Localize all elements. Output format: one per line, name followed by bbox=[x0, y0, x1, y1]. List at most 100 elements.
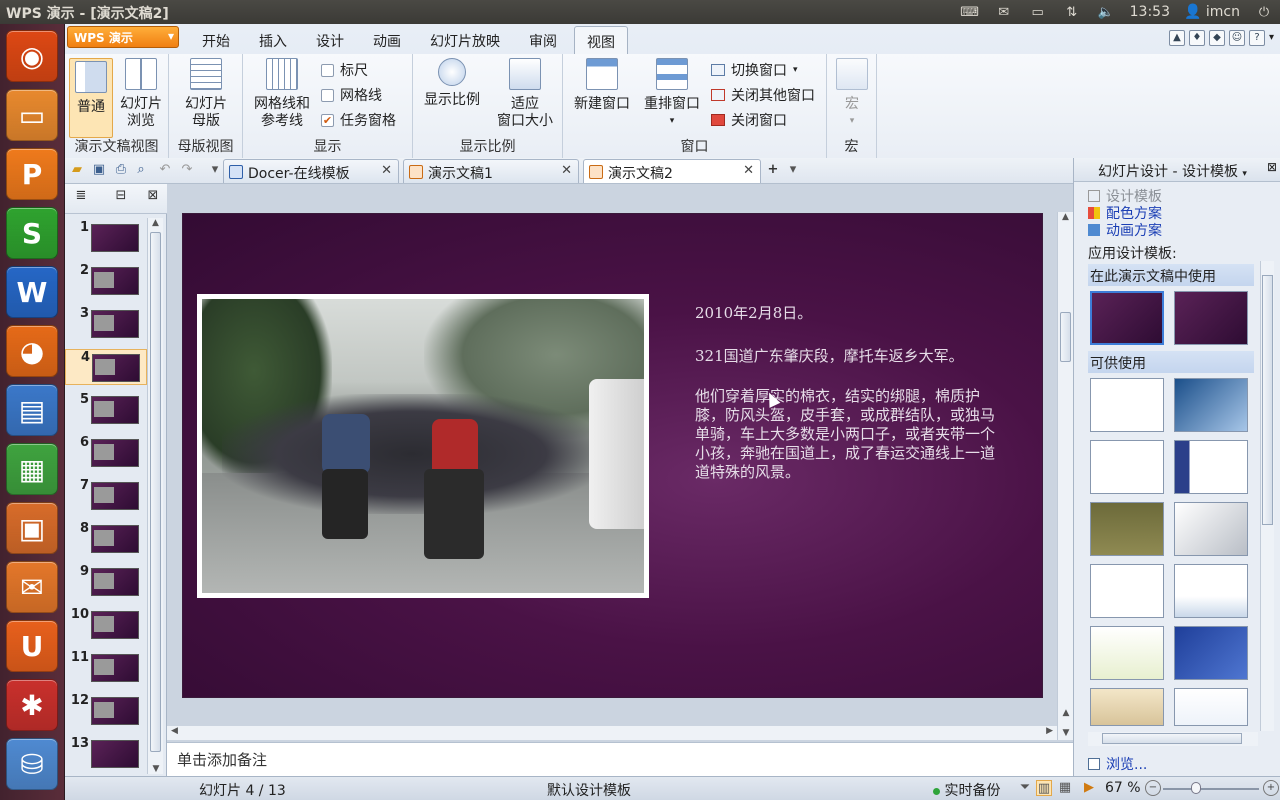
zoom-button[interactable]: 显示比例 bbox=[419, 58, 485, 109]
battery-icon[interactable]: ▭ bbox=[1028, 5, 1048, 20]
template-used[interactable] bbox=[1090, 291, 1164, 345]
disk-icon[interactable]: ⛁ bbox=[6, 738, 58, 790]
ubuntu-home-icon[interactable]: ◉ bbox=[6, 30, 58, 82]
network-icon[interactable]: ⇅ bbox=[1062, 5, 1082, 20]
scroll-right-arrow[interactable]: ▶ bbox=[1046, 726, 1053, 736]
zoom-out-icon[interactable]: − bbox=[1145, 780, 1161, 796]
design-template[interactable] bbox=[1174, 688, 1248, 726]
slide-thumbnail[interactable]: 4 bbox=[65, 349, 147, 385]
ubuntu-one-icon[interactable]: U bbox=[6, 620, 58, 672]
design-template[interactable] bbox=[1090, 564, 1164, 618]
volume-icon[interactable]: 🔈 bbox=[1096, 5, 1116, 20]
slide-body-text[interactable]: 他们穿着厚实的棉衣，结实的绑腿，棉质护膝，防风头盔，皮手套，或成群结队，或独马单… bbox=[695, 387, 995, 482]
tab-1[interactable]: 插入 bbox=[247, 26, 299, 54]
mail-icon[interactable]: ✉ bbox=[994, 5, 1014, 20]
slide-thumbnail[interactable]: 6 bbox=[65, 435, 147, 471]
normal-view-button[interactable]: 普通 bbox=[69, 58, 113, 138]
close-pane-icon[interactable]: ⊠ bbox=[145, 188, 161, 204]
user-menu[interactable]: 👤 imcn bbox=[1184, 4, 1240, 20]
slide-photo[interactable] bbox=[197, 294, 649, 598]
design-template[interactable] bbox=[1174, 440, 1248, 494]
scroll-thumb[interactable] bbox=[1262, 275, 1273, 525]
slide-thumbnail[interactable]: 7 bbox=[65, 478, 147, 514]
slideshow-icon[interactable]: ▶ bbox=[1081, 780, 1097, 796]
chevron-down-icon[interactable]: ▾ bbox=[1242, 169, 1247, 179]
software-center-icon[interactable]: ✉ bbox=[6, 561, 58, 613]
tab-2[interactable]: 设计 bbox=[304, 26, 356, 54]
scroll-down-arrow[interactable]: ▼ bbox=[148, 764, 164, 774]
tab-5[interactable]: 审阅 bbox=[517, 26, 569, 54]
gridlines-checkbox[interactable]: 网格线 bbox=[321, 85, 382, 105]
slide-heading-text[interactable]: 321国道广东肇庆段，摩托车返乡大军。 bbox=[695, 347, 964, 366]
normal-view-icon[interactable]: ▥ bbox=[1036, 780, 1052, 796]
design-template[interactable] bbox=[1174, 502, 1248, 556]
files-icon[interactable]: ▭ bbox=[6, 89, 58, 141]
switch-window-button[interactable]: 切换窗口 ▾ bbox=[711, 60, 798, 80]
wps-spreadsheet-icon[interactable]: S bbox=[6, 207, 58, 259]
slide-thumbnail[interactable]: 9 bbox=[65, 564, 147, 600]
scroll-up-arrow[interactable]: ▲ bbox=[1058, 212, 1073, 222]
tab-3[interactable]: 动画 bbox=[361, 26, 413, 54]
design-template[interactable] bbox=[1090, 688, 1164, 726]
task-pane-title[interactable]: 幻灯片设计 - 设计模板 bbox=[1098, 164, 1238, 180]
close-other-windows-button[interactable]: 关闭其他窗口 bbox=[711, 85, 815, 105]
document-tab[interactable]: Docer-在线模板 ✕ bbox=[223, 159, 399, 183]
slide-thumbnail[interactable]: 10 bbox=[65, 607, 147, 643]
tab-list-icon[interactable]: ▾ bbox=[785, 162, 801, 178]
slide-thumbnail[interactable]: 1 bbox=[65, 220, 147, 256]
help-dropdown-icon[interactable]: ▾ bbox=[1269, 30, 1274, 46]
slide-master-button[interactable]: 幻灯片 母版 bbox=[177, 58, 235, 130]
save-icon[interactable]: ▣ bbox=[91, 162, 107, 178]
design-template[interactable] bbox=[1174, 378, 1248, 432]
funnel-icon[interactable]: ⏷ bbox=[1017, 780, 1033, 796]
zoom-level[interactable]: 67 % bbox=[1105, 780, 1141, 796]
tab-6[interactable]: 视图 bbox=[574, 26, 628, 54]
close-icon[interactable]: ⊠ bbox=[1267, 160, 1277, 174]
slide-thumbnail[interactable]: 3 bbox=[65, 306, 147, 342]
print-icon[interactable]: ⎙ bbox=[113, 162, 129, 178]
next-slide-arrow[interactable]: ▼ bbox=[1058, 728, 1074, 738]
design-template[interactable] bbox=[1090, 502, 1164, 556]
slides-tab-icon[interactable]: ⊟ bbox=[113, 188, 129, 204]
user-center-icon[interactable]: ☺ bbox=[1228, 30, 1245, 46]
scroll-up-arrow[interactable]: ▲ bbox=[148, 218, 163, 228]
wps-presentation-icon[interactable]: P bbox=[6, 148, 58, 200]
customize-toolbar-icon[interactable]: ▾ bbox=[207, 162, 223, 178]
slide-sorter-icon[interactable]: ▦ bbox=[1057, 780, 1073, 796]
template-hscrollbar[interactable] bbox=[1088, 732, 1258, 746]
backup-indicator[interactable]: 实时备份 bbox=[933, 780, 1000, 800]
design-template[interactable] bbox=[1174, 564, 1248, 618]
editor-horizontal-scrollbar[interactable]: ◀ ▶ bbox=[167, 726, 1057, 740]
scroll-thumb[interactable] bbox=[1060, 312, 1071, 362]
slide-thumbnail[interactable]: 12 bbox=[65, 693, 147, 729]
writer-icon[interactable]: ▤ bbox=[6, 384, 58, 436]
close-tab-icon[interactable]: ✕ bbox=[381, 163, 392, 178]
scroll-left-arrow[interactable]: ◀ bbox=[171, 726, 178, 736]
zoom-in-icon[interactable]: + bbox=[1263, 780, 1279, 796]
slide-thumbnail[interactable]: 11 bbox=[65, 650, 147, 686]
open-icon[interactable]: ▰ bbox=[69, 162, 85, 178]
template-used[interactable] bbox=[1174, 291, 1248, 345]
scroll-thumb[interactable] bbox=[1102, 733, 1242, 744]
slide-thumbnail[interactable]: 5 bbox=[65, 392, 147, 428]
wps-writer-icon[interactable]: W bbox=[6, 266, 58, 318]
prev-slide-arrow[interactable]: ▲ bbox=[1058, 708, 1074, 718]
slide-thumbnail[interactable]: 2 bbox=[65, 263, 147, 299]
slide-canvas[interactable]: 2010年2月8日。 321国道广东肇庆段，摩托车返乡大军。 他们穿着厚实的棉衣… bbox=[183, 214, 1042, 697]
ruler-checkbox[interactable]: 标尺 bbox=[321, 60, 368, 80]
wps-app-menu-button[interactable]: WPS 演示 ▾ bbox=[67, 26, 179, 48]
scroll-thumb[interactable] bbox=[150, 232, 161, 752]
thumbnail-scrollbar[interactable]: ▲ ▼ bbox=[147, 218, 163, 774]
notes-area[interactable]: 单击添加备注 bbox=[167, 742, 1073, 776]
design-template[interactable] bbox=[1090, 378, 1164, 432]
slide-thumbnail[interactable]: 8 bbox=[65, 521, 147, 557]
power-icon[interactable]: ⏻ bbox=[1254, 5, 1274, 20]
feedback-icon[interactable]: ◆ bbox=[1208, 30, 1225, 46]
design-template[interactable] bbox=[1090, 626, 1164, 680]
close-tab-icon[interactable]: ✕ bbox=[743, 163, 754, 178]
document-tab[interactable]: 演示文稿2 ✕ bbox=[583, 159, 761, 183]
taskpane-checkbox[interactable]: ✔ 任务窗格 bbox=[321, 110, 396, 130]
help-icon[interactable]: ? bbox=[1248, 30, 1265, 46]
template-scrollbar[interactable] bbox=[1260, 261, 1274, 731]
slide-thumbnail[interactable]: 13 bbox=[65, 736, 147, 772]
